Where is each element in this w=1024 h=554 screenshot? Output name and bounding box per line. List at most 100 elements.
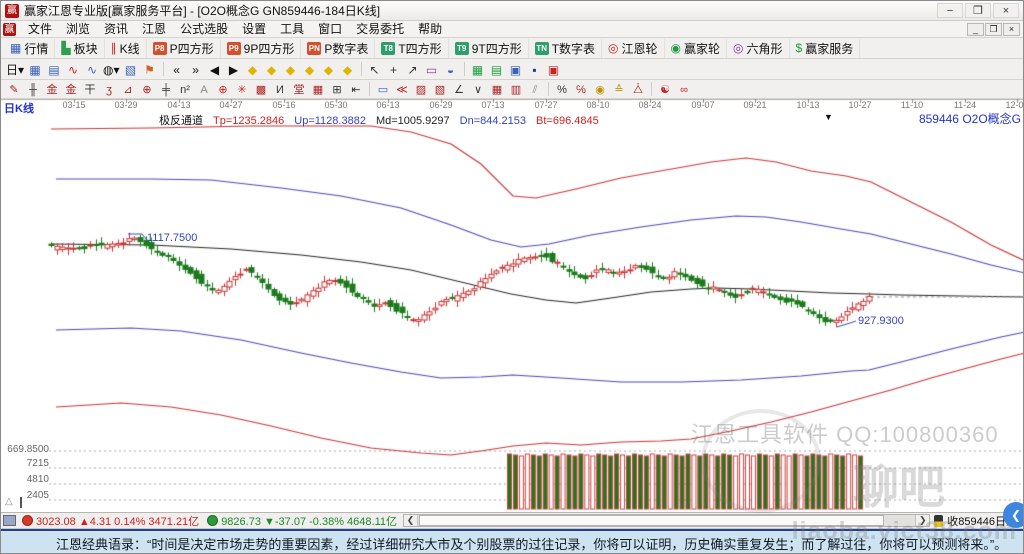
pen-tool-icon[interactable]: ✎ xyxy=(5,82,23,97)
9t-square-button[interactable]: T9 9T四方形 xyxy=(449,38,529,58)
truck-icon[interactable]: ▣ xyxy=(545,61,563,78)
candle-style-dropdown[interactable]: ◍▾ xyxy=(102,61,121,78)
menu-item-8[interactable]: 交易委托 xyxy=(349,21,411,37)
gann-wheel-button[interactable]: ◎ 江恩轮 xyxy=(602,38,665,58)
t-number-table-button[interactable]: TN T数字表 xyxy=(529,38,603,58)
menu-item-4[interactable]: 公式选股 xyxy=(173,21,235,37)
diamond-tool-3[interactable]: ◆ xyxy=(282,61,300,78)
curve-blue-icon[interactable]: ∿ xyxy=(83,61,101,78)
n2-icon[interactable]: n² xyxy=(176,82,194,97)
last-page-icon[interactable]: » xyxy=(187,61,205,78)
gold-circle-icon[interactable]: ◉ xyxy=(591,82,609,97)
fan-lines-icon[interactable]: ≪ xyxy=(393,82,411,97)
close-button[interactable]: × xyxy=(993,3,1019,18)
p-number-table-button[interactable]: PN P数字表 xyxy=(301,38,376,58)
next-icon[interactable]: ▶ xyxy=(225,61,243,78)
angle-icon[interactable]: ∠ xyxy=(450,82,468,97)
mdi-close-button[interactable]: × xyxy=(1003,22,1020,36)
gann-gold-1-icon[interactable]: 金 xyxy=(43,82,61,97)
sse-index-quote[interactable]: 3023.08 ▲4.31 0.14% 3471.21亿 xyxy=(36,513,199,529)
arrows-icon[interactable]: ⇤ xyxy=(347,82,365,97)
prev-icon[interactable]: ◀ xyxy=(206,61,224,78)
szse-index-quote[interactable]: 9826.73 ▼-37.07 -0.38% 4648.11亿 xyxy=(221,513,397,529)
gold-line-icon[interactable]: ≙ xyxy=(610,82,628,97)
grid-dense-icon[interactable]: ▦ xyxy=(488,82,506,97)
curve-red-icon[interactable]: ∿ xyxy=(64,61,82,78)
t-square-button[interactable]: T8 T四方形 xyxy=(375,38,449,58)
gann-f-icon[interactable]: 干 xyxy=(81,82,99,97)
ink-icon[interactable]: ⧊ xyxy=(629,82,647,97)
hexagon-button[interactable]: ◎ 六角形 xyxy=(727,38,790,58)
flag-icon[interactable]: ⚑ xyxy=(141,61,159,78)
calculator-icon[interactable]: ▤ xyxy=(488,61,506,78)
window-grid-icon[interactable]: ⊞ xyxy=(328,82,346,97)
pct-line-icon[interactable]: ℅ xyxy=(572,82,590,97)
scroll-left-icon[interactable]: ❮ xyxy=(404,515,418,526)
draw-line-icon[interactable]: ↗ xyxy=(404,61,422,78)
hatch-icon[interactable]: ⫽ xyxy=(526,82,544,97)
tower-1-icon[interactable]: 堂 xyxy=(290,82,308,97)
menu-item-5[interactable]: 设置 xyxy=(235,21,273,37)
menu-item-3[interactable]: 江恩 xyxy=(135,21,173,37)
date-tick-label: 11-24 xyxy=(953,100,977,110)
grid-status-icon[interactable] xyxy=(3,515,16,526)
mdi-minimize-button[interactable]: _ xyxy=(967,22,984,36)
ruler-icon[interactable]: ╪ xyxy=(157,82,175,97)
stamp-red-icon[interactable]: ▧ xyxy=(431,82,449,97)
check-icon[interactable]: ∨ xyxy=(469,82,487,97)
menu-item-1[interactable]: 浏览 xyxy=(59,21,97,37)
menu-item-7[interactable]: 窗口 xyxy=(311,21,349,37)
minimize-button[interactable]: − xyxy=(937,3,963,18)
report-icon[interactable]: ▣ xyxy=(507,61,525,78)
gann-gold-2-icon[interactable]: 金 xyxy=(62,82,80,97)
gann-wheel-button-icon: ◎ xyxy=(608,40,619,55)
tower-2-icon[interactable]: ▦ xyxy=(309,82,327,97)
period-day-dropdown[interactable]: 日▾ xyxy=(5,61,25,78)
stamp-icon[interactable]: ◒ xyxy=(442,61,460,78)
asterisk-icon[interactable]: ✳ xyxy=(233,82,251,97)
shade-box-icon[interactable]: ▨ xyxy=(412,82,430,97)
grid-lines-icon[interactable]: ╫ xyxy=(24,82,42,97)
mdi-restore-button[interactable]: ❐ xyxy=(985,22,1002,36)
diamond-tool-5[interactable]: ◆ xyxy=(320,61,338,78)
spiral-icon[interactable]: ʒ xyxy=(100,82,118,97)
calendar-icon[interactable]: ▦ xyxy=(469,61,487,78)
info-panel-icon[interactable]: ▤ xyxy=(45,61,63,78)
text-note-icon[interactable]: ▭ xyxy=(423,61,441,78)
sector-button[interactable]: ▙ 板块 xyxy=(55,38,105,58)
p-square-button[interactable]: P8 P四方形 xyxy=(147,38,221,58)
corner-splitter-bar[interactable] xyxy=(20,497,22,508)
infinity-icon[interactable]: ∞ xyxy=(675,82,693,97)
quote-button[interactable]: ▦ 行情 xyxy=(4,38,56,58)
pan-hand-icon[interactable]: ↖ xyxy=(366,61,384,78)
winner-service-button[interactable]: $ 赢家服务 xyxy=(790,38,861,58)
diamond-tool-2[interactable]: ◆ xyxy=(263,61,281,78)
menu-item-9[interactable]: 帮助 xyxy=(411,21,449,37)
diamond-tool-4[interactable]: ◆ xyxy=(301,61,319,78)
diamond-tool-1[interactable]: ◆ xyxy=(244,61,262,78)
target-icon[interactable]: ⊕ xyxy=(214,82,232,97)
crosshair-icon[interactable]: + xyxy=(385,61,403,78)
yinyang-icon[interactable]: ☯ xyxy=(656,82,674,97)
menu-item-0[interactable]: 文件 xyxy=(21,21,59,37)
window-layout-icon[interactable]: ▦ xyxy=(26,61,44,78)
winner-wheel-button[interactable]: ◉ 赢家轮 xyxy=(665,38,728,58)
angle-tool-icon[interactable]: ⊿ xyxy=(119,82,137,97)
kline-button[interactable]: ∥ K线 xyxy=(105,38,147,58)
corner-splitter-icon[interactable]: △ xyxy=(5,496,13,507)
wave-icon[interactable]: И xyxy=(271,82,289,97)
maximize-button[interactable]: ❐ xyxy=(965,3,991,18)
overlay-icon[interactable]: ▧ xyxy=(122,61,140,78)
diamond-tool-6[interactable]: ◆ xyxy=(339,61,357,78)
9p-square-button[interactable]: P9 9P四方形 xyxy=(221,38,302,58)
grid-red-icon[interactable]: ▥ xyxy=(507,82,525,97)
box-select-icon[interactable]: ▭ xyxy=(374,82,392,97)
save-icon[interactable]: ▪ xyxy=(526,61,544,78)
menu-item-2[interactable]: 资讯 xyxy=(97,21,135,37)
circle-grid-icon[interactable]: ⊕ xyxy=(138,82,156,97)
percent-icon[interactable]: % xyxy=(553,82,571,97)
net-icon[interactable]: ▩ xyxy=(252,82,270,97)
a-tool-icon[interactable]: A xyxy=(195,82,213,97)
first-page-icon[interactable]: « xyxy=(168,61,186,78)
menu-item-6[interactable]: 工具 xyxy=(273,21,311,37)
